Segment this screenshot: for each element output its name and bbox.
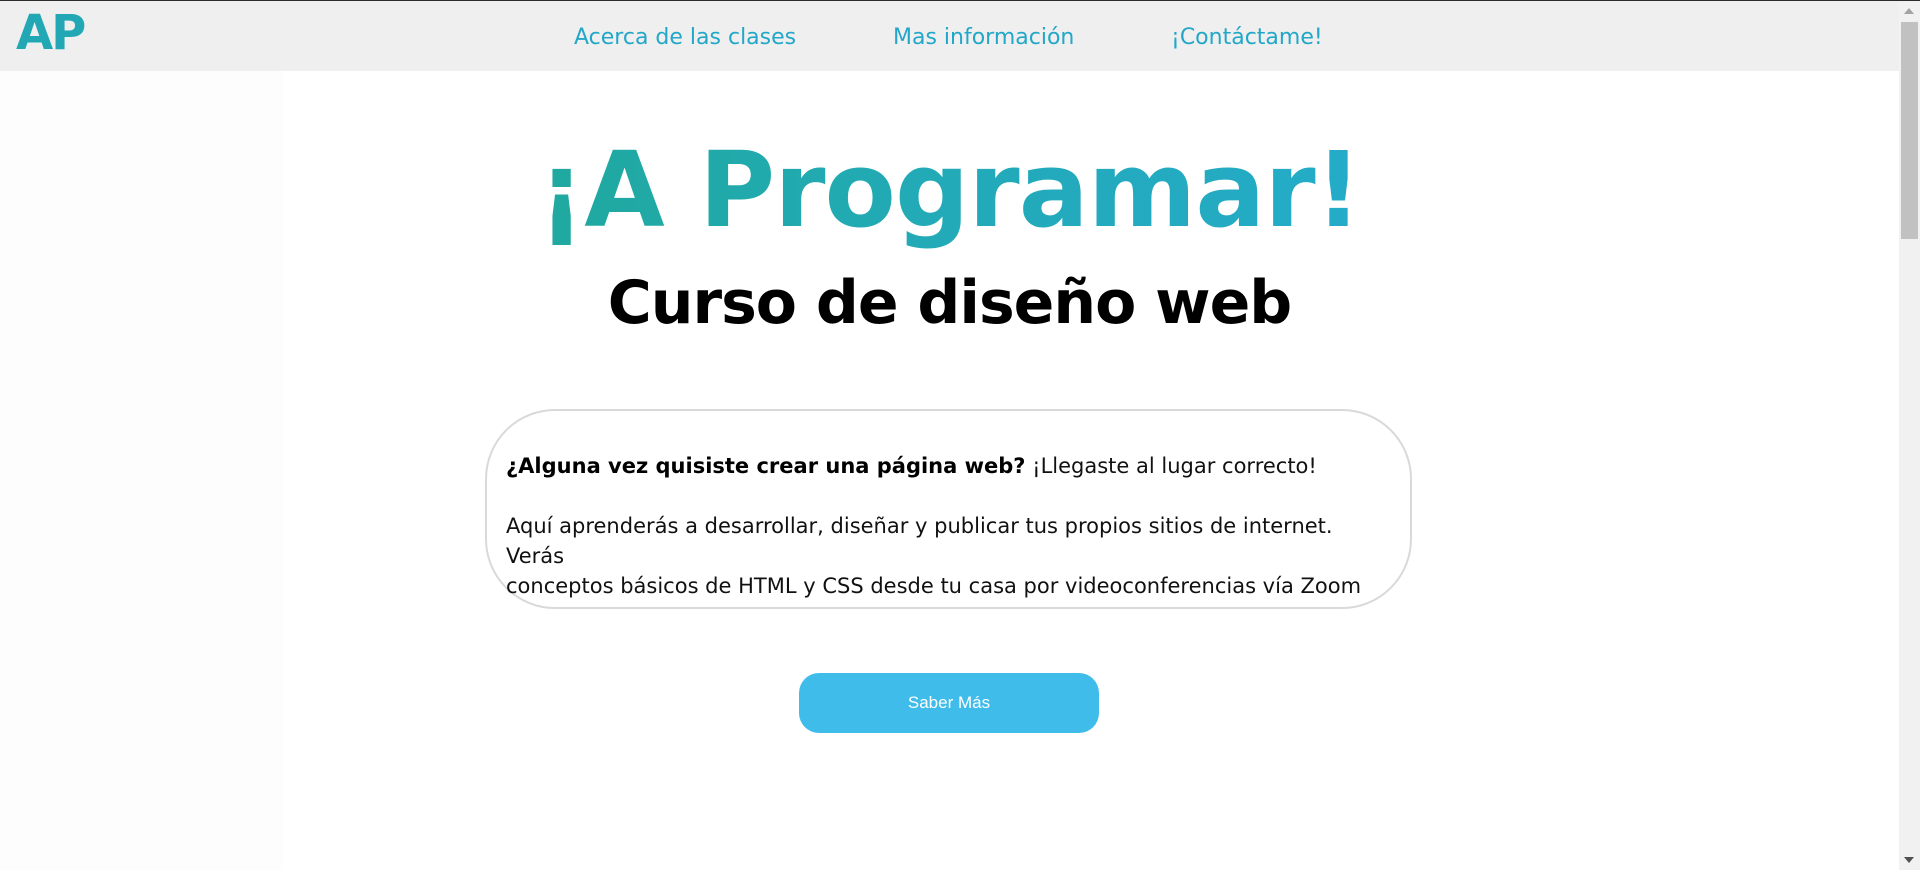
intro-answer: ¡Llegaste al lugar correcto! <box>1025 454 1317 478</box>
hero-title: ¡A Programar! <box>283 130 1616 251</box>
nav-link-contactame[interactable]: ¡Contáctame! <box>1171 27 1323 49</box>
scrollbar-thumb[interactable] <box>1901 22 1918 239</box>
intro-question: ¿Alguna vez quisiste crear una página we… <box>506 454 1026 478</box>
saber-mas-button[interactable]: Saber Más <box>799 673 1099 733</box>
scroll-up-arrow-icon[interactable] <box>1904 8 1914 14</box>
nav-link-acerca[interactable]: Acerca de las clases <box>574 27 796 49</box>
intro-card: ¿Alguna vez quisiste crear una página we… <box>485 409 1412 609</box>
intro-spacer <box>506 481 1392 511</box>
vertical-scrollbar[interactable] <box>1899 1 1920 870</box>
intro-lead: ¿Alguna vez quisiste crear una página we… <box>506 451 1392 481</box>
main-content: ¡A Programar! Curso de diseño web ¿Algun… <box>283 71 1899 870</box>
scroll-down-arrow-icon[interactable] <box>1904 857 1914 863</box>
intro-body-line-1: Aquí aprenderás a desarrollar, diseñar y… <box>506 514 1333 568</box>
nav-link-mas-informacion[interactable]: Mas información <box>893 27 1074 49</box>
intro-body-line-2: conceptos básicos de HTML y CSS desde tu… <box>506 574 1362 598</box>
navbar: AP Acerca de las clases Mas información … <box>0 1 1899 71</box>
hero-subtitle: Curso de diseño web <box>607 268 1293 338</box>
site-logo[interactable]: AP <box>16 9 86 57</box>
window-top-border <box>0 0 1920 1</box>
page-viewport: AP Acerca de las clases Mas información … <box>0 0 1899 870</box>
